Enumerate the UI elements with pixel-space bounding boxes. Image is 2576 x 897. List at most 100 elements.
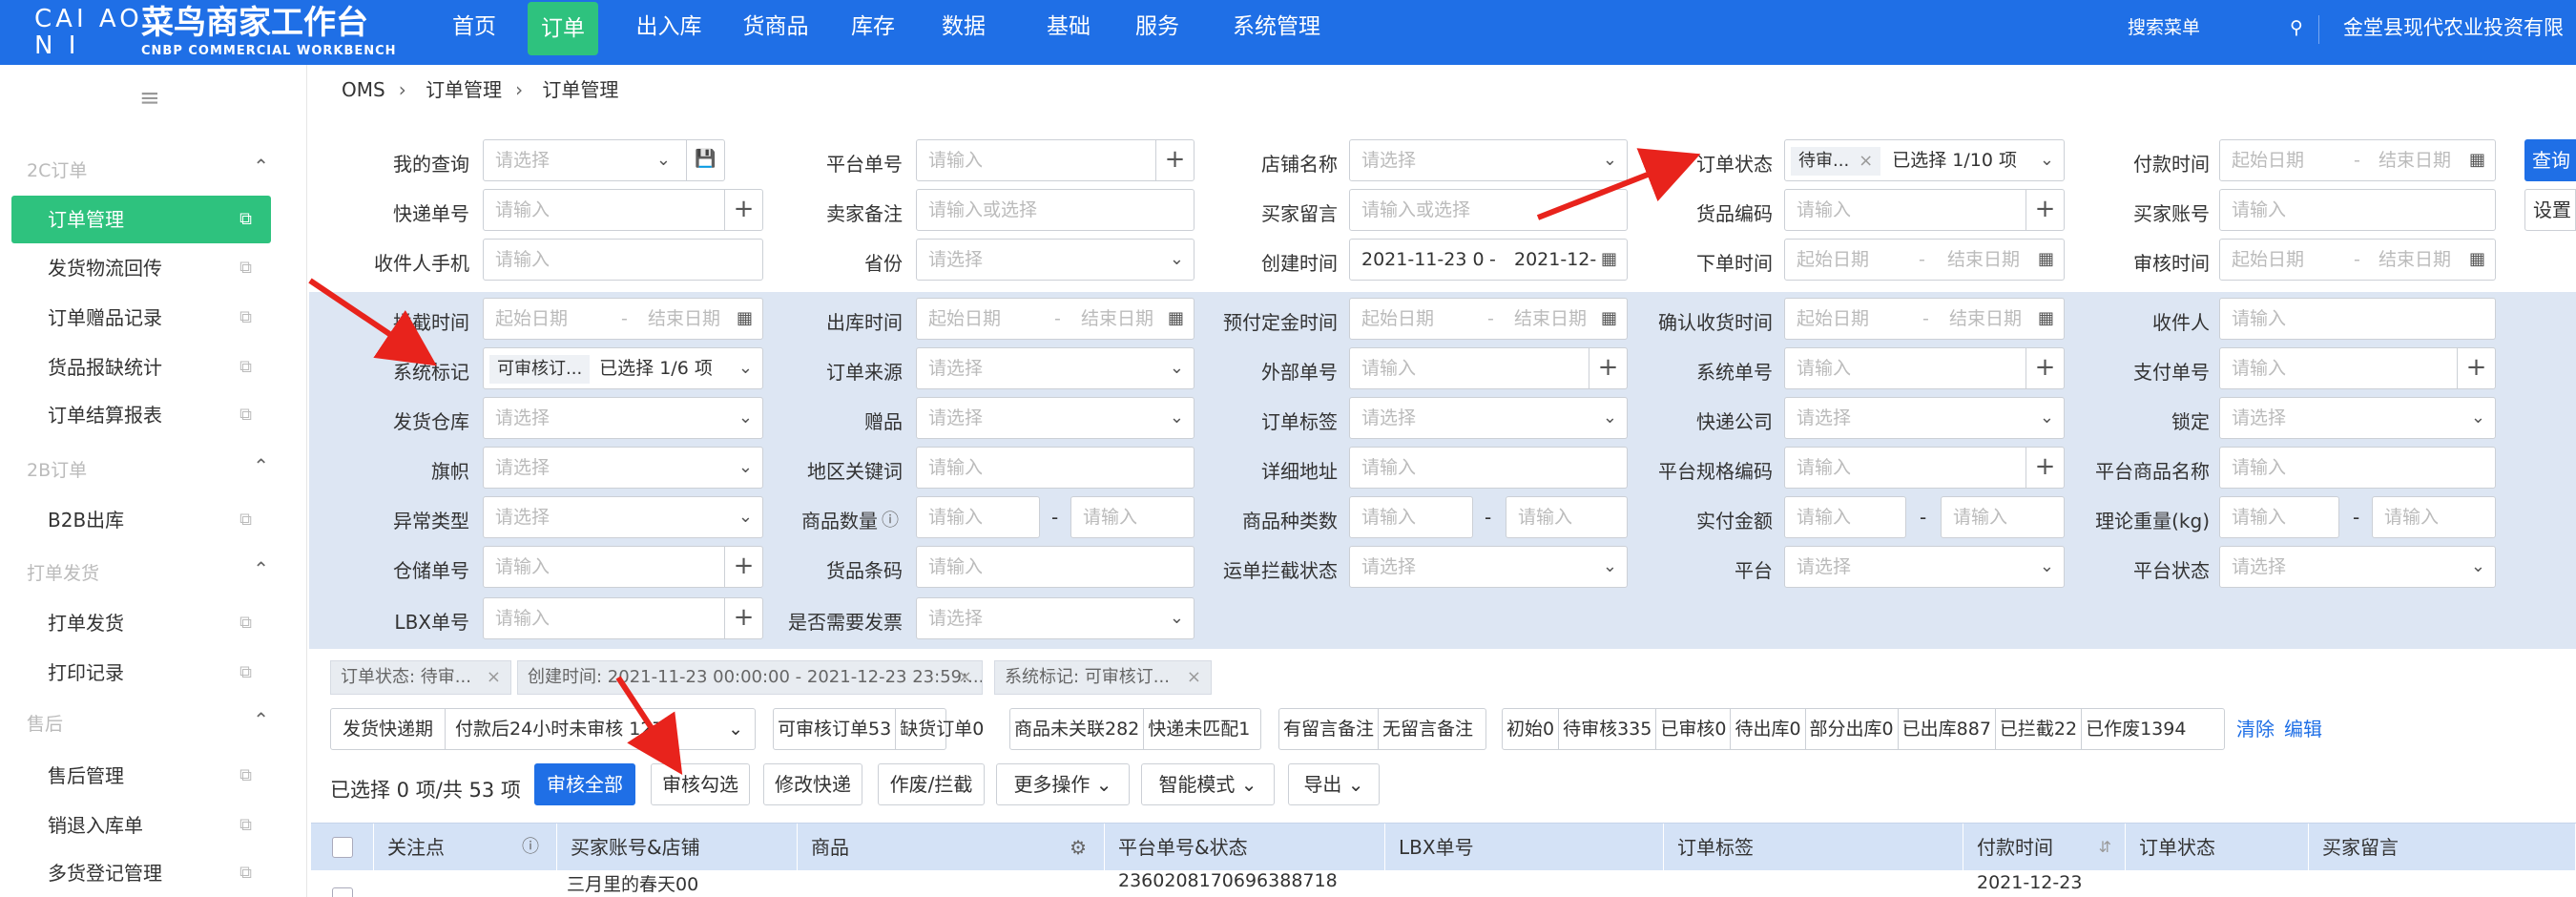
region-kw-input[interactable]: 请输入 <box>916 447 1195 489</box>
col-focus[interactable]: 关注点 ⓘ <box>374 824 557 871</box>
sys-mark-multiselect[interactable]: 可审核订... 已选择 1/6 项 ⌄ <box>483 347 763 389</box>
sidebar-item-order-manage[interactable]: 订单管理 ⧉ <box>11 196 271 243</box>
close-icon[interactable]: × <box>1187 661 1201 694</box>
quick-filter-item[interactable]: 已出库887 <box>1899 709 1996 749</box>
close-icon[interactable]: × <box>487 661 501 694</box>
quick-filter-item[interactable]: 待出库0 <box>1731 709 1806 749</box>
sidebar-item-settlement[interactable]: 订单结算报表 ⧉ <box>11 391 271 439</box>
storage-no-input[interactable]: 请输入 + <box>483 546 763 588</box>
platform-no-cell[interactable]: 2360208170696388718 <box>1118 870 1338 891</box>
col-order-status[interactable]: 订单状态 <box>2126 824 2309 871</box>
shop-name-select[interactable]: 请选择 ⌄ <box>1349 139 1628 181</box>
platform-no-input[interactable]: 请输入 + <box>916 139 1195 181</box>
sidebar-item-shortage-stats[interactable]: 货品报缺统计 ⧉ <box>11 344 271 391</box>
nav-stock[interactable]: 库存 <box>840 0 906 65</box>
void-intercept-button[interactable]: 作废/拦截 <box>878 763 985 805</box>
nav-home[interactable]: 首页 <box>441 0 508 65</box>
help-icon[interactable]: ⓘ <box>882 507 899 532</box>
edit-link[interactable]: 编辑 <box>2284 708 2322 750</box>
collapse-menu-icon[interactable]: ≡ <box>139 84 160 113</box>
quick-filter-item[interactable]: 待审核335 <box>1559 709 1657 749</box>
quick-filter-item[interactable]: 有留言备注 <box>1279 709 1380 749</box>
invoice-select[interactable]: 请选择 ⌄ <box>916 597 1195 639</box>
paid-amount-max[interactable]: 请输入 <box>1941 496 2065 538</box>
review-time-range[interactable]: 起始日期 - 结束日期 ▦ <box>2219 239 2496 281</box>
settings-button[interactable]: 设置 <box>2524 189 2576 231</box>
quick-filter-item[interactable]: 部分出库0 <box>1806 709 1899 749</box>
order-tag-select[interactable]: 请选择 ⌄ <box>1349 397 1628 439</box>
col-order-tag[interactable]: 订单标签 <box>1664 824 1963 871</box>
quick-filter-item[interactable]: 无留言备注 <box>1379 709 1477 749</box>
plus-icon[interactable]: + <box>2025 348 2064 388</box>
nav-data[interactable]: 数据 <box>930 0 997 65</box>
buyer-account-input[interactable]: 请输入 <box>2219 189 2496 231</box>
platform-goods-input[interactable]: 请输入 <box>2219 447 2496 489</box>
out-time-range[interactable]: 起始日期 - 结束日期 ▦ <box>916 298 1195 340</box>
pay-time-range[interactable]: 起始日期 - 结束日期 ▦ <box>2219 139 2496 181</box>
approve-all-button[interactable]: 审核全部 <box>534 763 635 805</box>
confirm-time-range[interactable]: 起始日期 - 结束日期 ▦ <box>1784 298 2065 340</box>
lock-select[interactable]: 请选择 ⌄ <box>2219 397 2496 439</box>
deposit-time-range[interactable]: 起始日期 - 结束日期 ▦ <box>1349 298 1628 340</box>
breadcrumb-oms[interactable]: OMS <box>342 78 385 101</box>
plus-icon[interactable]: + <box>2025 190 2064 230</box>
sidebar-item-print-records[interactable]: 打印记录 ⧉ <box>11 649 271 697</box>
quick-filter-item[interactable]: 初始0 <box>1503 709 1560 749</box>
menu-search[interactable]: 搜索菜单 ⚲ <box>2128 0 2318 65</box>
sidebar-item-extra-goods[interactable]: 多货登记管理 ⧉ <box>11 849 271 897</box>
weight-max[interactable]: 请输入 <box>2372 496 2496 538</box>
seller-note-input[interactable]: 请输入或选择 <box>916 189 1195 231</box>
nav-inout[interactable]: 出入库 <box>628 0 710 65</box>
breadcrumb-order-manage[interactable]: 订单管理 <box>426 78 502 101</box>
order-time-range[interactable]: 起始日期 - 结束日期 ▦ <box>1784 239 2065 281</box>
sidebar-section-2b[interactable]: 2B订单 ⌃ <box>27 454 284 485</box>
save-query-icon[interactable]: 💾 <box>686 140 724 180</box>
buyer-shop-cell[interactable]: 三月里的春天00 <box>567 870 698 896</box>
receiver-input[interactable]: 请输入 <box>2219 298 2496 340</box>
quick-filter-item[interactable]: 已拦截22 <box>1996 709 2083 749</box>
quick-filter-item[interactable]: 缺货订单0 <box>896 709 987 749</box>
more-actions-dropdown[interactable]: 更多操作 ⌄ <box>996 763 1130 805</box>
platform-select[interactable]: 请选择 ⌄ <box>1784 546 2065 588</box>
nav-system[interactable]: 系统管理 <box>1219 0 1334 65</box>
express-no-input[interactable]: 请输入 + <box>483 189 763 231</box>
plus-icon[interactable]: + <box>2457 348 2495 388</box>
plus-icon[interactable]: + <box>1589 348 1627 388</box>
platform-status-select[interactable]: 请选择 ⌄ <box>2219 546 2496 588</box>
quick-filter-item[interactable]: 已审核0 <box>1656 709 1732 749</box>
nav-orders[interactable]: 订单 <box>528 2 598 55</box>
sidebar-item-logistics-return[interactable]: 发货物流回传 ⧉ <box>11 244 271 292</box>
close-icon[interactable]: × <box>1859 151 1873 171</box>
approve-selected-button[interactable]: 审核勾选 <box>651 763 750 805</box>
warehouse-select[interactable]: 请选择 ⌄ <box>483 397 763 439</box>
smart-mode-dropdown[interactable]: 智能模式 ⌄ <box>1141 763 1275 805</box>
exception-select[interactable]: 请选择 ⌄ <box>483 496 763 538</box>
gift-select[interactable]: 请选择 ⌄ <box>916 397 1195 439</box>
flag-select[interactable]: 请选择 ⌄ <box>483 447 763 489</box>
express-co-select[interactable]: 请选择 ⌄ <box>1784 397 2065 439</box>
nav-basic[interactable]: 基础 <box>1035 0 1102 65</box>
create-time-range[interactable]: 2021-11-23 0-2021-12- ▦ <box>1349 239 1628 281</box>
goods-qty-min[interactable]: 请输入 <box>916 496 1040 538</box>
help-icon[interactable]: ⓘ <box>522 824 539 871</box>
quick-filter-item[interactable]: 已作废1394 <box>2082 709 2190 749</box>
col-buyer-msg[interactable]: 买家留言 <box>2309 824 2576 871</box>
waybill-status-select[interactable]: 请选择 ⌄ <box>1349 546 1628 588</box>
province-select[interactable]: 请选择 ⌄ <box>916 239 1195 281</box>
table-row[interactable]: 三月里的春天00 2360208170696388718 2021-12-23 <box>311 870 2576 897</box>
paid-amount-min[interactable]: 请输入 <box>1784 496 1906 538</box>
export-dropdown[interactable]: 导出 ⌄ <box>1288 763 1380 805</box>
goods-kinds-min[interactable]: 请输入 <box>1349 496 1473 538</box>
order-status-multiselect[interactable]: 待审... × 已选择 1/10 项 ⌄ <box>1784 139 2065 181</box>
plus-icon[interactable]: + <box>1155 140 1194 180</box>
pay-no-input[interactable]: 请输入 + <box>2219 347 2496 389</box>
quick-filter-item[interactable]: 付款后24小时未审核 127 <box>446 719 673 740</box>
sidebar-item-gift-records[interactable]: 订单赠品记录 ⧉ <box>11 294 271 342</box>
row-checkbox[interactable] <box>332 887 353 897</box>
sys-no-input[interactable]: 请输入 + <box>1784 347 2065 389</box>
gear-icon[interactable]: ⚙ <box>1070 824 1087 871</box>
sort-icon[interactable]: ⇵ <box>2099 824 2111 871</box>
col-buyer-shop[interactable]: 买家账号&店铺 <box>557 824 798 871</box>
select-all-checkbox[interactable] <box>332 837 353 858</box>
quick-filter-express[interactable]: 发货快递期 付款后24小时未审核 127 ⌄ <box>330 708 756 750</box>
